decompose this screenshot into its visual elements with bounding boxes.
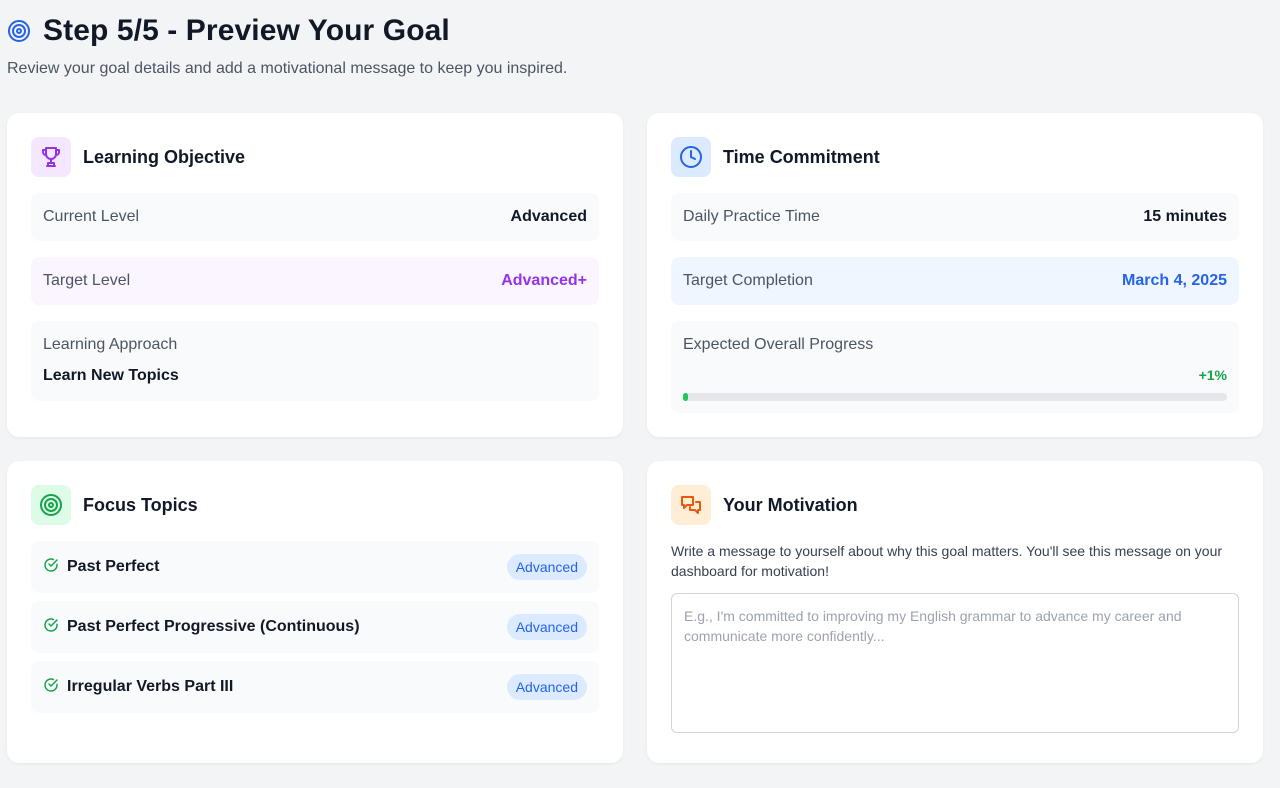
card-title: Focus Topics bbox=[83, 494, 198, 515]
goal-preview-page: Step 5/5 - Preview Your Goal Review your… bbox=[0, 0, 1280, 788]
card-header: Your Motivation bbox=[671, 485, 858, 525]
page-subtitle: Review your goal details and add a motiv… bbox=[7, 60, 568, 77]
expected-progress-row: Expected Overall Progress +1% bbox=[671, 321, 1239, 413]
card-title: Learning Objective bbox=[83, 146, 246, 167]
target-level-value: Advanced+ bbox=[501, 272, 587, 289]
current-level-label: Current Level bbox=[43, 208, 140, 225]
card-header: Learning Objective bbox=[31, 137, 245, 177]
check-circle-icon bbox=[43, 677, 59, 698]
topic-name: Past Perfect Progressive (Continuous) bbox=[67, 618, 360, 635]
target-completion-value: March 4, 2025 bbox=[1122, 272, 1227, 289]
learning-approach-label: Learning Approach bbox=[43, 336, 178, 353]
target-icon bbox=[7, 19, 31, 43]
daily-practice-label: Daily Practice Time bbox=[683, 208, 820, 225]
topic-name: Irregular Verbs Part III bbox=[67, 678, 234, 695]
current-level-value: Advanced bbox=[510, 208, 587, 225]
current-level-row: Current Level Advanced bbox=[31, 193, 599, 241]
page-header: Step 5/5 - Preview Your Goal Review your… bbox=[7, 14, 567, 78]
card-header: Focus Topics bbox=[31, 485, 198, 525]
learning-approach-row: Learning Approach Learn New Topics bbox=[31, 321, 599, 401]
clock-icon bbox=[671, 137, 711, 177]
progress-delta: +1% bbox=[1198, 367, 1227, 383]
motivation-description: Write a message to yourself about why th… bbox=[671, 543, 1223, 579]
page-title: Step 5/5 - Preview Your Goal bbox=[43, 14, 450, 47]
topic-level-badge: Advanced bbox=[506, 674, 587, 700]
progress-bar-fill bbox=[683, 393, 689, 401]
target-level-label: Target Level bbox=[43, 272, 131, 289]
topic-left: Past Perfect Progressive (Continuous) bbox=[43, 617, 360, 638]
target-icon bbox=[31, 485, 71, 525]
chat-bubbles-icon bbox=[671, 485, 711, 525]
topic-left: Past Perfect bbox=[43, 557, 160, 578]
target-completion-row: Target Completion March 4, 2025 bbox=[671, 257, 1239, 305]
daily-practice-value: 15 minutes bbox=[1143, 208, 1227, 225]
daily-practice-row: Daily Practice Time 15 minutes bbox=[671, 193, 1239, 241]
time-commitment-card: Time Commitment Daily Practice Time 15 m… bbox=[647, 113, 1263, 437]
learning-approach-value: Learn New Topics bbox=[43, 367, 179, 384]
topic-level-badge: Advanced bbox=[506, 614, 587, 640]
check-circle-icon bbox=[43, 617, 59, 638]
card-title: Your Motivation bbox=[723, 494, 858, 515]
topic-item: Irregular Verbs Part III Advanced bbox=[31, 661, 599, 713]
topic-level-badge: Advanced bbox=[506, 554, 587, 580]
focus-topics-card: Focus Topics Past Perfect Advanced Past … bbox=[7, 461, 623, 763]
check-circle-icon bbox=[43, 557, 59, 578]
target-level-row: Target Level Advanced+ bbox=[31, 257, 599, 305]
card-header: Time Commitment bbox=[671, 137, 880, 177]
title-row: Step 5/5 - Preview Your Goal bbox=[7, 14, 567, 48]
topic-left: Irregular Verbs Part III bbox=[43, 677, 233, 698]
card-title: Time Commitment bbox=[723, 146, 880, 167]
motivation-textarea[interactable] bbox=[671, 593, 1239, 733]
topic-item: Past Perfect Advanced bbox=[31, 541, 599, 593]
target-completion-label: Target Completion bbox=[683, 272, 813, 289]
trophy-icon bbox=[31, 137, 71, 177]
topic-name: Past Perfect bbox=[67, 558, 160, 575]
progress-bar bbox=[683, 393, 1227, 401]
learning-objective-card: Learning Objective Current Level Advance… bbox=[7, 113, 623, 437]
expected-progress-label: Expected Overall Progress bbox=[683, 336, 874, 353]
topic-item: Past Perfect Progressive (Continuous) Ad… bbox=[31, 601, 599, 653]
motivation-card: Your Motivation Write a message to yours… bbox=[647, 461, 1263, 763]
